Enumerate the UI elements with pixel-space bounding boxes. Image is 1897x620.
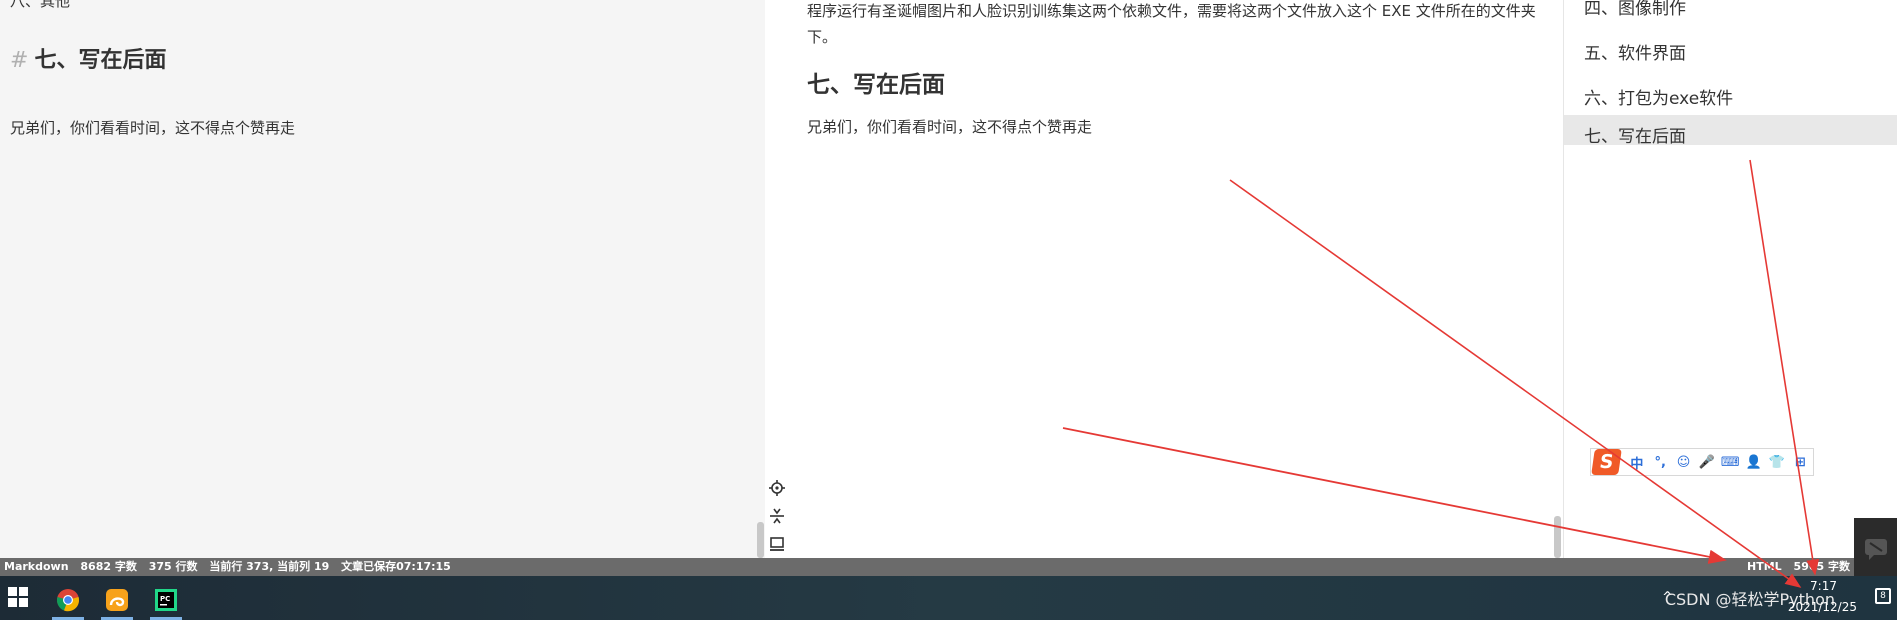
toc-item-active[interactable]: 七、写在后面 bbox=[1564, 115, 1897, 147]
toc-item[interactable]: 五、软件界面 bbox=[1564, 39, 1897, 69]
clock-date[interactable]: 2021/12/25 bbox=[1788, 600, 1857, 614]
svg-text:PC: PC bbox=[160, 595, 170, 603]
taskbar: PC ^ CSDN @轻松学Python 7:17 2021/12/25 8 bbox=[0, 576, 1897, 620]
status-preview-word-count: 5965 字数 bbox=[1793, 560, 1850, 573]
preview-paragraph: 兄弟们，你们看看时间，这不得点个赞再走 bbox=[807, 118, 1093, 136]
ime-punctuation-button[interactable]: °, bbox=[1650, 451, 1671, 473]
ime-voice-button[interactable]: 🎤 bbox=[1696, 451, 1717, 473]
windows-start-icon[interactable] bbox=[8, 587, 28, 607]
ime-user-button[interactable]: 👤 bbox=[1743, 451, 1764, 473]
status-preview-mode: HTML bbox=[1747, 560, 1782, 573]
status-cursor: 当前行 373, 当前列 19 bbox=[209, 560, 330, 573]
uc-browser-icon[interactable] bbox=[97, 580, 137, 620]
chrome-icon[interactable] bbox=[48, 580, 88, 620]
status-saved: 文章已保存07:17:15 bbox=[341, 560, 451, 573]
status-word-count: 8682 字数 bbox=[80, 560, 137, 573]
notification-icon[interactable]: 8 bbox=[1875, 588, 1891, 604]
heading-hash: # bbox=[10, 48, 29, 73]
preview-heading: 七、写在后面 bbox=[807, 72, 945, 98]
editor-paragraph: 兄弟们，你们看看时间，这不得点个赞再走 bbox=[10, 119, 296, 137]
toc-item[interactable]: 六、打包为exe软件 bbox=[1564, 84, 1897, 114]
sogou-logo-icon[interactable]: S bbox=[1591, 449, 1622, 475]
sync-scroll-icon[interactable] bbox=[765, 504, 789, 528]
markdown-editor[interactable]: 八、其他 # 七、写在后面 兄弟们，你们看看时间，这不得点个赞再走 bbox=[0, 0, 765, 558]
ime-emoji-button[interactable]: ☺ bbox=[1673, 451, 1694, 473]
locate-icon[interactable] bbox=[765, 476, 789, 500]
editor-cut-line: 八、其他 bbox=[10, 0, 71, 10]
chat-icon bbox=[1864, 539, 1887, 560]
preview-pane: 程序运行有圣诞帽图片和人脸识别训练集这两个依赖文件，需要将这两个文件放入这个 E… bbox=[765, 0, 1563, 558]
clock-time[interactable]: 7:17 bbox=[1810, 579, 1837, 593]
preview-toolbar bbox=[765, 474, 793, 560]
status-line-count: 375 行数 bbox=[148, 560, 198, 573]
ime-chinese-mode-button[interactable]: 中 bbox=[1626, 451, 1647, 473]
ime-tools-button[interactable]: ⊞ bbox=[1790, 451, 1811, 473]
toc-item[interactable]: 四、图像制作 bbox=[1564, 0, 1897, 24]
editor-heading: # 七、写在后面 bbox=[10, 42, 166, 74]
status-bar: Markdown 8682 字数 375 行数 当前行 373, 当前列 19 … bbox=[0, 558, 1897, 576]
ime-skin-button[interactable]: 👕 bbox=[1766, 451, 1787, 473]
pycharm-icon[interactable]: PC bbox=[146, 580, 186, 620]
status-mode: Markdown bbox=[4, 560, 69, 573]
ime-toolbar: S 中 °, ☺ 🎤 ⌨ 👤 👕 ⊞ bbox=[1590, 448, 1814, 476]
preview-scrollbar[interactable] bbox=[1554, 516, 1561, 558]
editor-heading-text: 七、写在后面 bbox=[34, 48, 167, 73]
ime-keyboard-button[interactable]: ⌨ bbox=[1720, 451, 1741, 473]
layout-icon[interactable] bbox=[765, 532, 789, 556]
preview-paragraph: 程序运行有圣诞帽图片和人脸识别训练集这两个依赖文件，需要将这两个文件放入这个 E… bbox=[807, 2, 1536, 46]
floating-widget[interactable] bbox=[1854, 518, 1897, 578]
editor-scrollbar[interactable] bbox=[757, 522, 764, 558]
